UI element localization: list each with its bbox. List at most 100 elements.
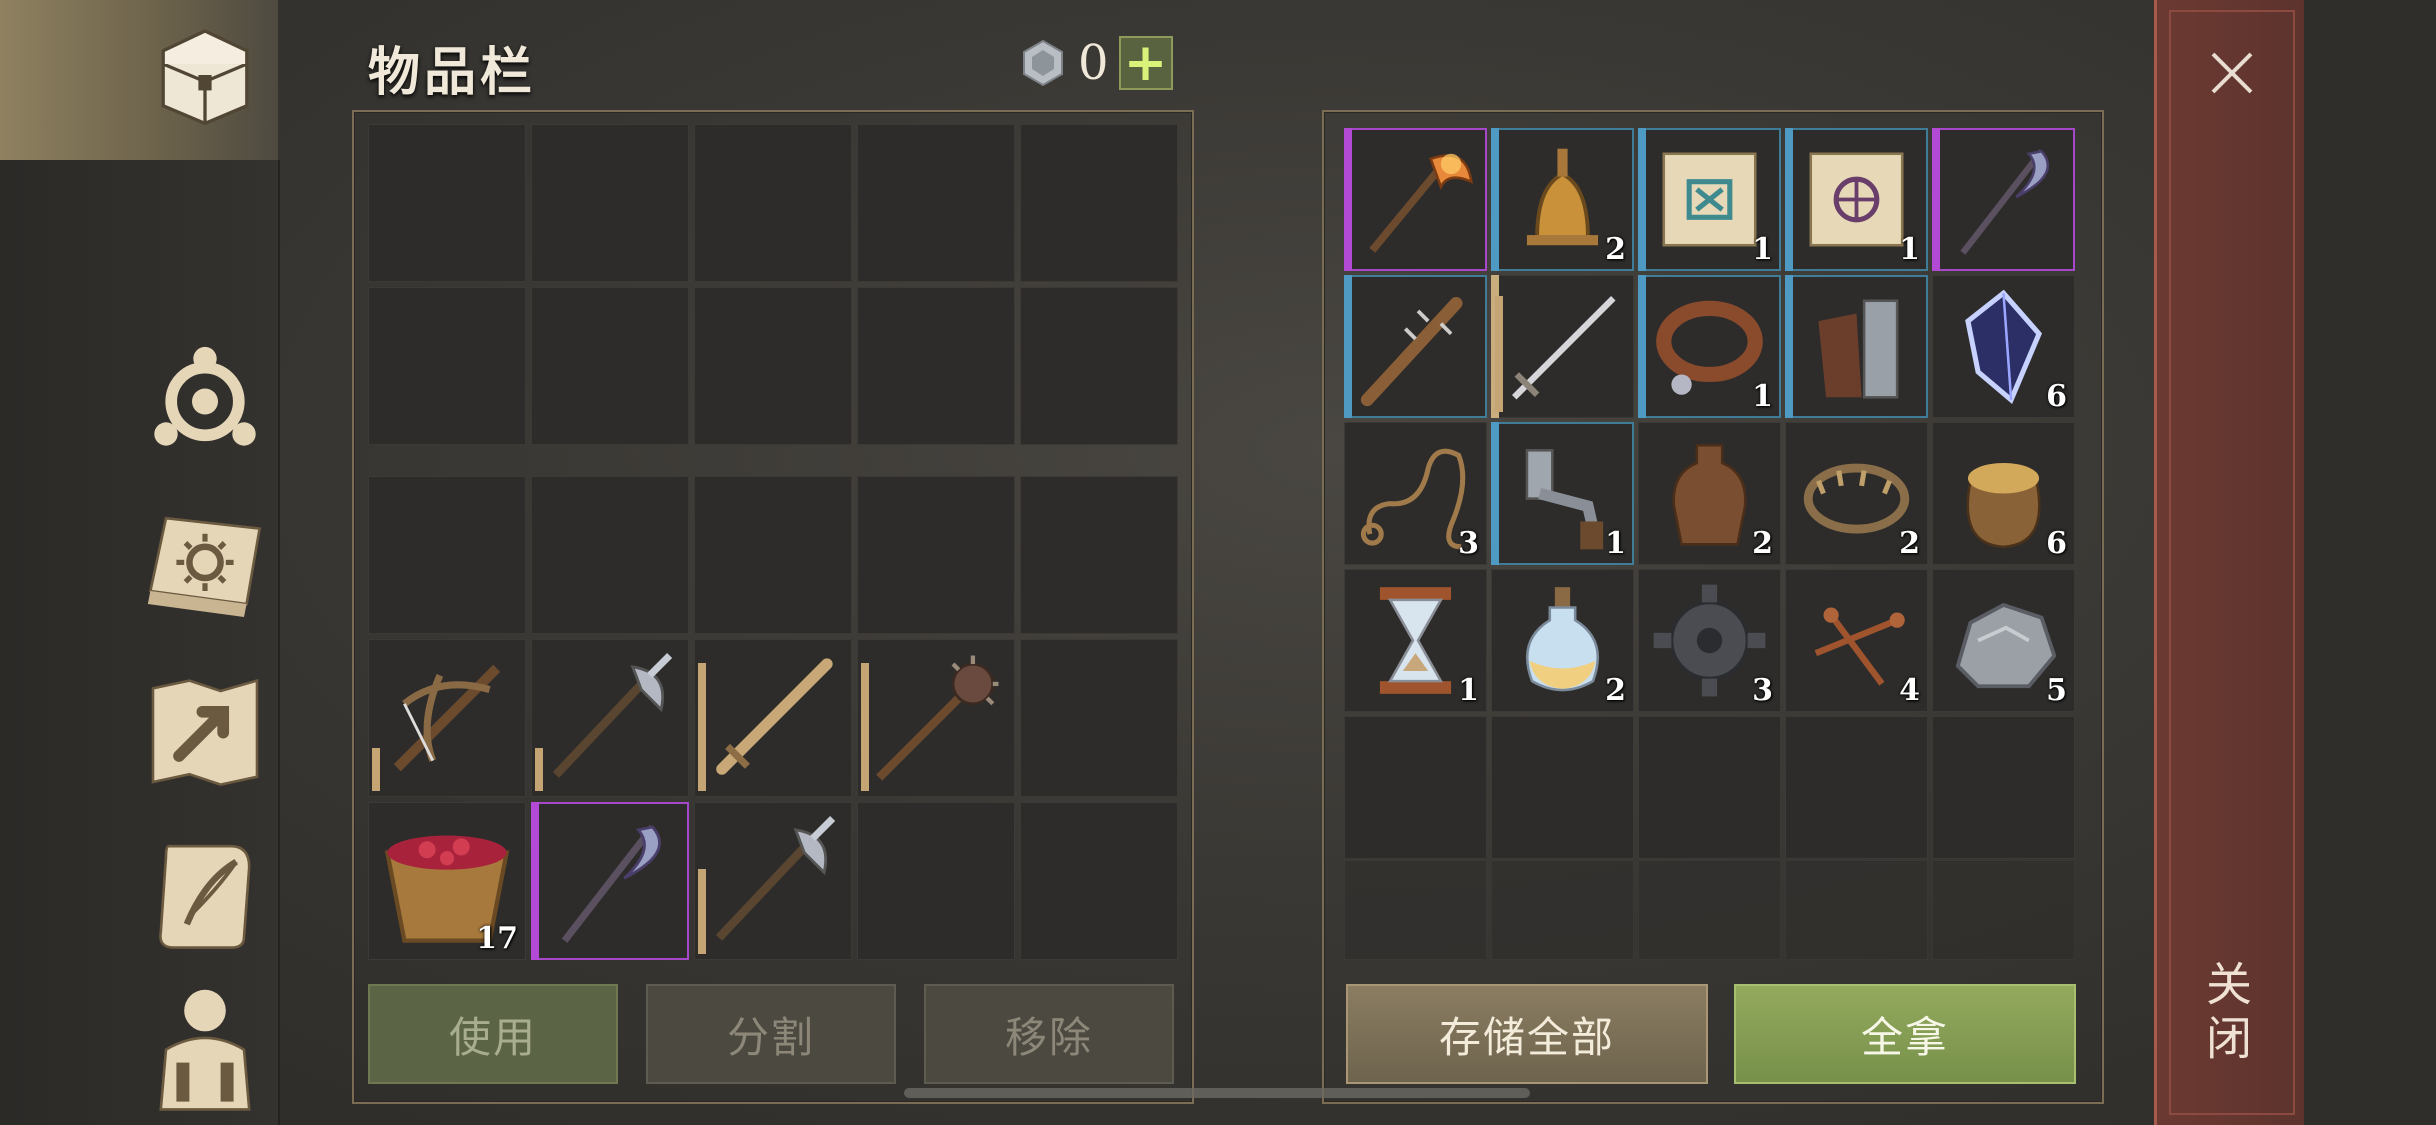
scythe-icon: [1940, 136, 2067, 263]
inventory-slot[interactable]: [368, 639, 526, 797]
sidebar-item-skills[interactable]: [140, 330, 270, 460]
container-slot[interactable]: 1: [1344, 569, 1487, 712]
container-slot[interactable]: [1344, 275, 1487, 418]
close-panel[interactable]: 关闭: [2154, 0, 2310, 1125]
rarity-bar: [1932, 128, 1940, 271]
item-count: 1: [1605, 526, 1626, 561]
container-slot[interactable]: 3: [1344, 422, 1487, 565]
container-slot[interactable]: 6: [1932, 422, 2075, 565]
item-count: 3: [1752, 673, 1773, 708]
close-icon[interactable]: [2207, 48, 2257, 98]
close-label[interactable]: 关闭: [2199, 960, 2259, 1068]
container-slot[interactable]: [1785, 860, 1928, 960]
remove-button[interactable]: 移除: [924, 984, 1174, 1084]
scythe-icon: [539, 810, 681, 952]
rarity-bar: [531, 802, 539, 960]
item-count: 1: [1752, 232, 1773, 267]
container-slot[interactable]: 1: [1785, 128, 1928, 271]
use-button[interactable]: 使用: [368, 984, 618, 1084]
rarity-bar: [1491, 128, 1499, 271]
inventory-slot[interactable]: [1020, 287, 1178, 445]
item-count: 17: [476, 921, 518, 956]
container-slot[interactable]: 6: [1932, 275, 2075, 418]
home-indicator[interactable]: [904, 1088, 1530, 1098]
inventory-slot[interactable]: [1020, 639, 1178, 797]
inventory-slot[interactable]: 17: [368, 802, 526, 960]
sidebar-item-character[interactable]: [140, 982, 270, 1112]
add-currency-button[interactable]: +: [1118, 36, 1173, 90]
item-count: 1: [1752, 379, 1773, 414]
right-edge-strip: [2304, 0, 2436, 1125]
container-slot[interactable]: [1491, 860, 1634, 960]
inventory-slot[interactable]: [857, 124, 1015, 282]
item-count: 5: [2046, 673, 2067, 708]
inventory-slot[interactable]: [694, 287, 852, 445]
inventory-slot[interactable]: [694, 639, 852, 797]
container-grid-extra: [1344, 860, 2075, 960]
container-slot[interactable]: 2: [1491, 128, 1634, 271]
container-slot[interactable]: 1: [1638, 128, 1781, 271]
container-slot[interactable]: 1: [1491, 422, 1634, 565]
container-slot[interactable]: [1491, 716, 1634, 859]
container-slot[interactable]: 1: [1638, 275, 1781, 418]
sidebar: [0, 160, 280, 1125]
map-arrow-icon: [151, 678, 259, 786]
container-slot[interactable]: 2: [1638, 422, 1781, 565]
container-slot[interactable]: [1932, 716, 2075, 859]
inventory-slot[interactable]: [694, 802, 852, 960]
inventory-slot[interactable]: [857, 802, 1015, 960]
container-slot[interactable]: [1932, 860, 2075, 960]
store-all-button[interactable]: 存储全部: [1346, 984, 1708, 1084]
container-slot[interactable]: [1491, 275, 1634, 418]
inventory-slot[interactable]: [368, 287, 526, 445]
rarity-bar: [1491, 422, 1499, 565]
container-slot[interactable]: [1344, 716, 1487, 859]
inventory-slot[interactable]: [531, 287, 689, 445]
container-slot[interactable]: 2: [1785, 422, 1928, 565]
container-slot[interactable]: 2: [1491, 569, 1634, 712]
sidebar-item-map[interactable]: [140, 665, 270, 795]
container-slot[interactable]: [1785, 275, 1928, 418]
split-button[interactable]: 分割: [646, 984, 896, 1084]
gauntlet-icon: [1793, 283, 1920, 410]
rarity-bar: [1344, 275, 1352, 418]
halberd-icon: [702, 810, 844, 952]
inventory-slot[interactable]: [857, 287, 1015, 445]
longsword-icon: [1499, 283, 1626, 410]
container-slot[interactable]: [1785, 716, 1928, 859]
container-slot[interactable]: [1344, 860, 1487, 960]
inventory-slot[interactable]: [1020, 802, 1178, 960]
close-panel-frame: [2169, 10, 2295, 1115]
container-slot[interactable]: 5: [1932, 569, 2075, 712]
inventory-slot[interactable]: [531, 639, 689, 797]
halberd-icon: [539, 647, 681, 789]
crossbow-icon: [376, 647, 518, 789]
container-slot[interactable]: [1344, 128, 1487, 271]
item-count: 2: [1605, 232, 1626, 267]
inventory-slot[interactable]: [531, 476, 689, 634]
inventory-grid-top: [368, 124, 1178, 445]
compass-icon: [154, 346, 256, 446]
sidebar-tab-inventory[interactable]: [0, 0, 278, 160]
spiked-club-icon: [1352, 283, 1479, 410]
container-slot[interactable]: 4: [1785, 569, 1928, 712]
item-count: 2: [1605, 673, 1626, 708]
inventory-slot[interactable]: [1020, 124, 1178, 282]
inventory-slot[interactable]: [694, 124, 852, 282]
inventory-slot[interactable]: [531, 802, 689, 960]
container-slot[interactable]: [1638, 860, 1781, 960]
inventory-slot[interactable]: [1020, 476, 1178, 634]
inventory-grid-bottom: 17: [368, 476, 1178, 960]
inventory-slot[interactable]: [368, 124, 526, 282]
inventory-slot[interactable]: [857, 476, 1015, 634]
take-all-button[interactable]: 全拿: [1734, 984, 2076, 1084]
inventory-slot[interactable]: [368, 476, 526, 634]
container-slot[interactable]: [1932, 128, 2075, 271]
sidebar-item-quests[interactable]: [140, 828, 270, 958]
sidebar-item-crafting[interactable]: [140, 500, 270, 630]
inventory-slot[interactable]: [531, 124, 689, 282]
container-slot[interactable]: 3: [1638, 569, 1781, 712]
inventory-slot[interactable]: [694, 476, 852, 634]
inventory-slot[interactable]: [857, 639, 1015, 797]
container-slot[interactable]: [1638, 716, 1781, 859]
